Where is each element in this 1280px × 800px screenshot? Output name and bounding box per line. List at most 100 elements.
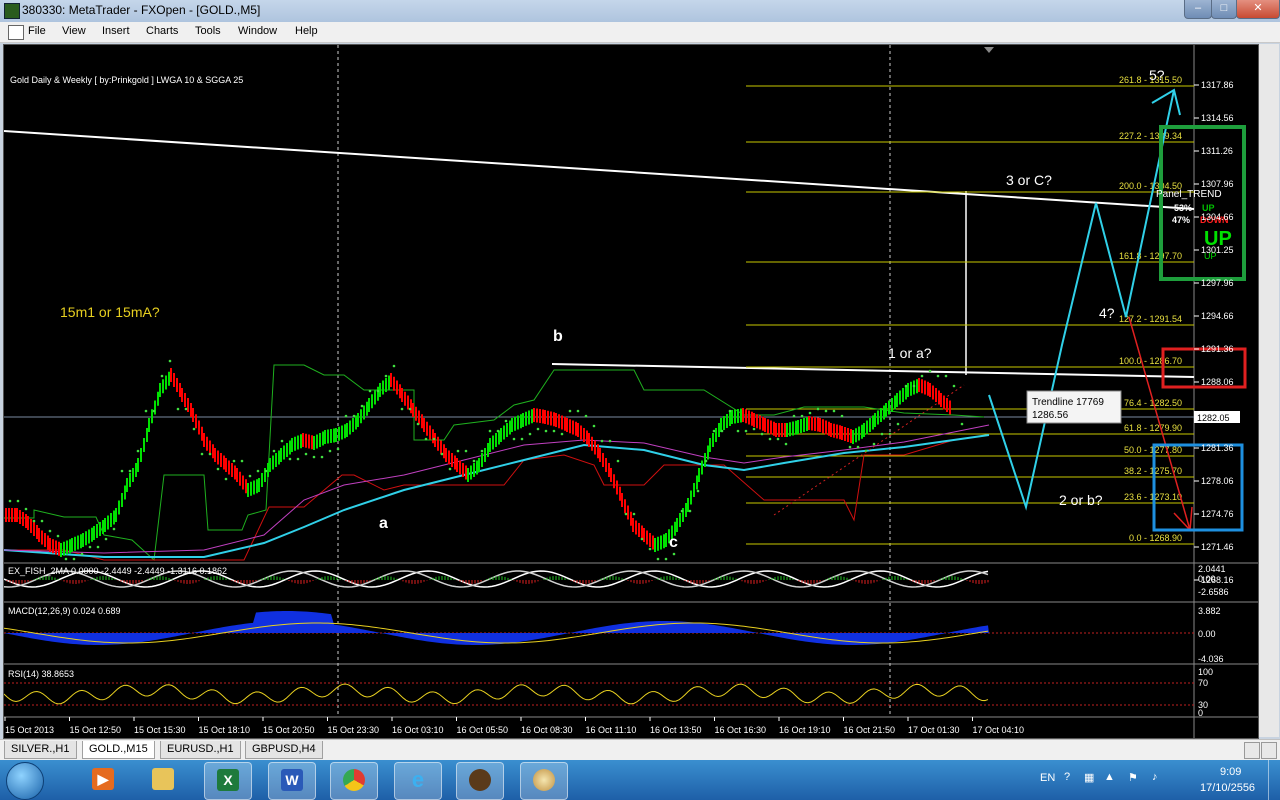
chart-doc-icon xyxy=(8,25,24,40)
sar-dot xyxy=(832,409,836,413)
help-tray-icon[interactable]: ? xyxy=(1064,771,1070,783)
title-bar: 380330: MetaTrader - FXOpen - [GOLD.,M5]… xyxy=(0,0,1280,23)
sar-dot xyxy=(904,384,908,388)
sar-dot xyxy=(696,489,700,493)
price-tick-label: 1311.26 xyxy=(1201,146,1233,156)
tab-silver-h1[interactable]: SILVER.,H1 xyxy=(4,741,77,759)
menu-tools[interactable]: Tools xyxy=(195,25,221,37)
sar-dot xyxy=(840,414,844,418)
volume-tray-icon[interactable]: ♪ xyxy=(1152,771,1158,783)
media-player-icon[interactable]: ▶ xyxy=(80,762,126,798)
trendline-17769[interactable] xyxy=(551,363,1195,378)
price-tick-label: 1304.66 xyxy=(1201,212,1234,222)
show-desktop-button[interactable] xyxy=(1268,760,1280,800)
price-tick-label: 1271.46 xyxy=(1201,542,1234,552)
sar-dot xyxy=(680,509,684,513)
clock-date[interactable]: 17/10/2556 xyxy=(1200,782,1255,794)
fib-level-label: 227.2 - 1309.34 xyxy=(1119,131,1182,141)
sar-dot xyxy=(192,427,196,431)
sar-dot xyxy=(168,359,172,363)
menu-insert[interactable]: Insert xyxy=(102,25,130,37)
time-tick-label: 15 Oct 23:30 xyxy=(328,725,380,735)
time-tick-label: 15 Oct 18:10 xyxy=(199,725,251,735)
tab-scroll-right-button[interactable] xyxy=(1261,742,1277,759)
sar-dot xyxy=(48,529,52,533)
paint-icon[interactable] xyxy=(520,762,568,800)
vertical-scrollbar[interactable] xyxy=(1259,44,1279,737)
sar-dot xyxy=(632,512,636,516)
sar-dot xyxy=(640,537,644,541)
tab-scroll-left-button[interactable] xyxy=(1244,742,1260,759)
sar-dot xyxy=(256,469,260,473)
time-scale[interactable]: 15 Oct 2013 15 Oct 12:50 15 Oct 15:30 15 Oc… xyxy=(4,717,1024,735)
sar-dot xyxy=(560,432,564,436)
time-tick-label: 16 Oct 05:50 xyxy=(457,725,509,735)
annotation-c: c xyxy=(669,534,678,551)
rsi-scale-0: 0 xyxy=(1198,708,1203,718)
maximize-button[interactable]: □ xyxy=(1211,0,1237,19)
sar-dot xyxy=(448,467,452,471)
sar-dot xyxy=(752,427,756,431)
file-explorer-icon[interactable] xyxy=(140,762,186,798)
menu-view[interactable]: View xyxy=(62,25,86,37)
network-tray-icon[interactable]: ▦ xyxy=(1084,771,1094,784)
major-trendline[interactable] xyxy=(4,130,1195,210)
sar-dot xyxy=(264,469,268,473)
price-tick-label: 1274.76 xyxy=(1201,509,1234,519)
sar-dot xyxy=(56,534,60,538)
sar-dot xyxy=(464,449,468,453)
tab-gold-m15[interactable]: GOLD.,M15 xyxy=(82,741,155,759)
chart-shift-marker[interactable] xyxy=(984,47,994,53)
menu-window[interactable]: Window xyxy=(238,25,277,37)
excel-icon[interactable]: X xyxy=(204,762,252,800)
sar-dot xyxy=(224,477,228,481)
flag-tray-icon[interactable]: ⚑ xyxy=(1128,771,1138,784)
chart-window[interactable]: 261.8 - 1315.50 227.2 - 1309.34 200.0 - 13… xyxy=(3,44,1259,739)
fib-level-label: 100.0 - 1286.70 xyxy=(1119,356,1182,366)
close-button[interactable]: ✕ xyxy=(1236,0,1280,19)
word-icon[interactable]: W xyxy=(268,762,316,800)
sar-dot xyxy=(792,414,796,418)
sar-dot xyxy=(824,409,828,413)
fib-level-label: 0.0 - 1268.90 xyxy=(1129,533,1182,543)
chrome-icon[interactable] xyxy=(330,762,378,800)
sar-dot xyxy=(360,404,364,408)
sar-dot xyxy=(944,374,948,378)
price-chart[interactable]: 261.8 - 1315.50227.2 - 1309.34200.0 - 13… xyxy=(4,45,1258,738)
ma-cyan xyxy=(4,434,990,558)
sar-dot xyxy=(920,374,924,378)
internet-explorer-icon[interactable]: e xyxy=(394,762,442,800)
fisher-scale-mid: 0.00 xyxy=(1198,574,1216,584)
menu-help[interactable]: Help xyxy=(295,25,318,37)
sar-dot xyxy=(152,409,156,413)
sar-dot xyxy=(952,384,956,388)
sar-dot xyxy=(688,509,692,513)
sar-dot xyxy=(384,374,388,378)
windows-start-icon[interactable] xyxy=(6,762,44,800)
tab-gbpusd-h4[interactable]: GBPUSD,H4 xyxy=(245,741,323,759)
sar-dot xyxy=(200,452,204,456)
minimize-button[interactable]: – xyxy=(1184,0,1212,19)
sar-dot xyxy=(32,519,36,523)
sar-dot xyxy=(584,414,588,418)
metatrader-icon[interactable] xyxy=(456,762,504,800)
price-scale[interactable]: 1317.86 1314.56 1311.26 1307.96 1304.66 1301.… xyxy=(1194,80,1234,585)
price-tick-label: 1301.25 xyxy=(1201,245,1234,255)
tab-eurusd-h1[interactable]: EURUSD.,H1 xyxy=(160,741,241,759)
tooltip-value: 1286.56 xyxy=(1032,410,1069,421)
sar-dot xyxy=(424,437,428,441)
sar-dot xyxy=(352,414,356,418)
chevron-up-icon[interactable]: ▲ xyxy=(1104,771,1115,783)
time-tick-label: 16 Oct 19:10 xyxy=(779,725,831,735)
clock-time[interactable]: 9:09 xyxy=(1220,766,1241,778)
sar-dot xyxy=(392,364,396,368)
sar-dot xyxy=(24,507,28,511)
menu-file[interactable]: File xyxy=(28,25,46,37)
sar-dot xyxy=(608,439,612,443)
time-tick-label: 17 Oct 01:30 xyxy=(908,725,960,735)
language-indicator[interactable]: EN xyxy=(1040,772,1055,784)
sar-dot xyxy=(768,437,772,441)
menu-charts[interactable]: Charts xyxy=(146,25,178,37)
macd-scale-top: 3.882 xyxy=(1198,606,1221,616)
sar-dot xyxy=(784,442,788,446)
